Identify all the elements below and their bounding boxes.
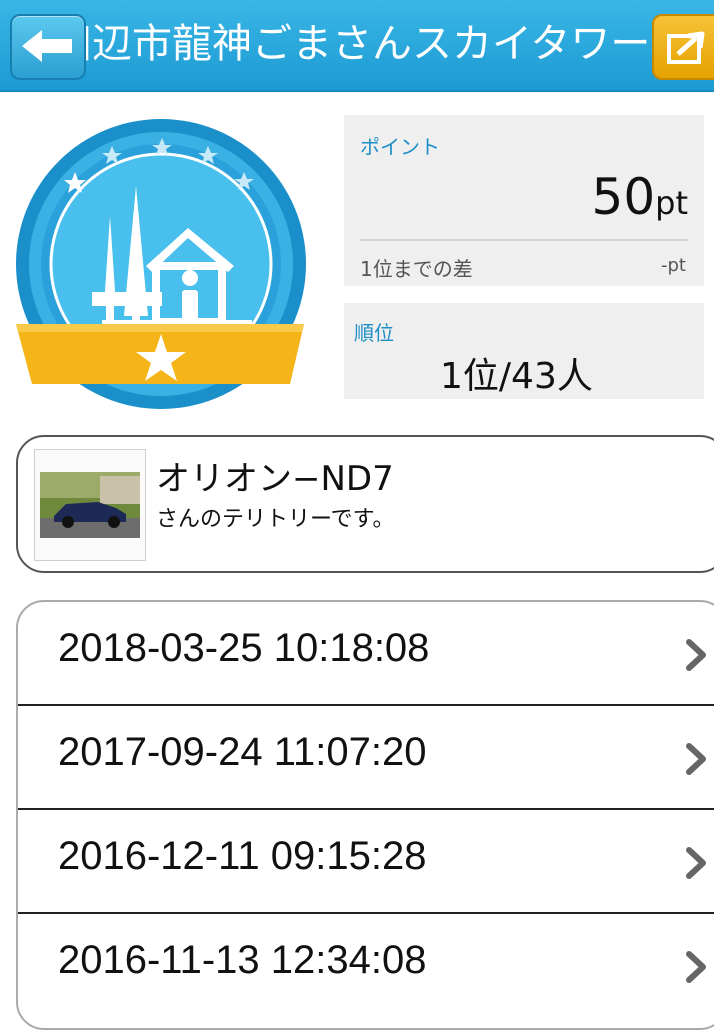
rank-label: 順位	[354, 321, 394, 345]
points-label: ポイント	[360, 135, 440, 159]
rank-value: 1位/43人	[440, 356, 593, 397]
history-datetime: 2016-11-13 12:34:08	[58, 938, 427, 982]
points-value: 50pt	[592, 167, 688, 233]
territory-note: さんのテリトリーです。	[156, 507, 395, 532]
car-photo-icon	[40, 472, 140, 538]
history-list: 2018-03-25 10:18:08 2017-09-24 11:07:20 …	[16, 600, 714, 1030]
share-button[interactable]	[652, 14, 714, 80]
owner-name: オリオン−ND7	[156, 459, 394, 499]
history-datetime: 2018-03-25 10:18:08	[58, 626, 430, 670]
points-panel: ポイント 50pt 1位までの差 -pt	[344, 115, 704, 286]
list-item[interactable]: 2016-11-13 12:34:08	[18, 914, 714, 1018]
share-icon	[667, 31, 705, 64]
chevron-right-icon	[686, 639, 706, 671]
chevron-right-icon	[686, 743, 706, 775]
history-datetime: 2017-09-24 11:07:20	[58, 730, 427, 774]
list-item[interactable]: 2016-12-11 09:15:28	[18, 810, 714, 914]
rank-panel: 順位 1位/43人	[344, 303, 704, 399]
app-header: 田辺市龍神ごまさんスカイタワー	[0, 0, 714, 92]
back-button[interactable]	[10, 14, 86, 80]
divider	[360, 239, 688, 241]
points-unit: pt	[655, 184, 688, 222]
list-item[interactable]: 2017-09-24 11:07:20	[18, 706, 714, 810]
chevron-right-icon	[686, 951, 706, 983]
points-number: 50	[591, 168, 656, 226]
chevron-right-icon	[686, 847, 706, 879]
territory-badge-icon	[12, 116, 310, 412]
owner-avatar	[34, 449, 146, 561]
diff-label: 1位までの差	[360, 257, 473, 281]
list-item[interactable]: 2018-03-25 10:18:08	[18, 602, 714, 706]
arrow-left-icon	[22, 30, 72, 62]
history-datetime: 2016-12-11 09:15:28	[58, 834, 427, 878]
page-title: 田辺市龍神ごまさんスカイタワー	[52, 21, 651, 67]
diff-value: -pt	[661, 255, 686, 276]
territory-owner-card[interactable]: オリオン−ND7 さんのテリトリーです。	[16, 435, 714, 573]
